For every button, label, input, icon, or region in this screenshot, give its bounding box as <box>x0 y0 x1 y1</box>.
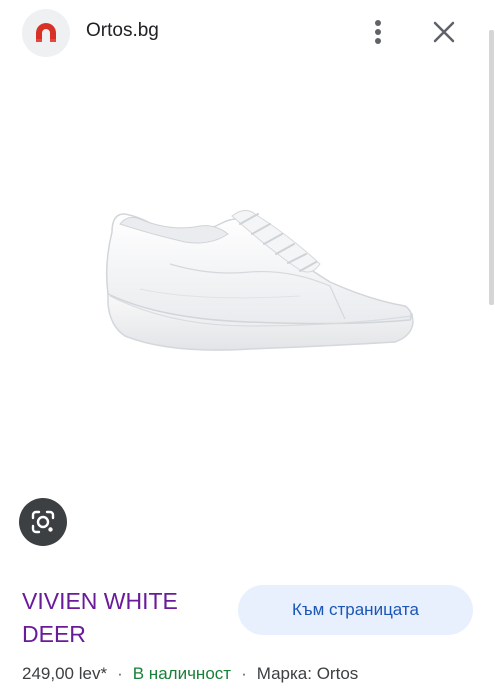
google-lens-button[interactable] <box>19 498 67 546</box>
brand-label: Марка: Ortos <box>256 664 359 683</box>
magnet-logo-icon <box>36 23 56 42</box>
top-bar: Ortos.bg <box>0 0 495 64</box>
separator-dot: · <box>241 664 247 683</box>
google-lens-icon <box>31 510 55 534</box>
availability-status: В наличност <box>132 664 232 683</box>
site-name[interactable]: Ortos.bg <box>86 20 159 42</box>
product-title[interactable]: VIVIEN WHITE DEER <box>22 585 222 651</box>
separator-dot: · <box>117 664 123 683</box>
product-image[interactable] <box>0 64 495 504</box>
site-logo[interactable] <box>22 9 70 57</box>
visit-page-button[interactable]: Към страницата <box>238 585 473 635</box>
price: 249,00 lev* <box>22 664 108 683</box>
more-vert-icon[interactable] <box>364 14 392 50</box>
white-sneaker-image <box>105 210 414 351</box>
product-info-row: 249,00 lev* · В наличност · Марка: Ortos <box>22 664 358 684</box>
close-icon[interactable] <box>428 16 460 48</box>
